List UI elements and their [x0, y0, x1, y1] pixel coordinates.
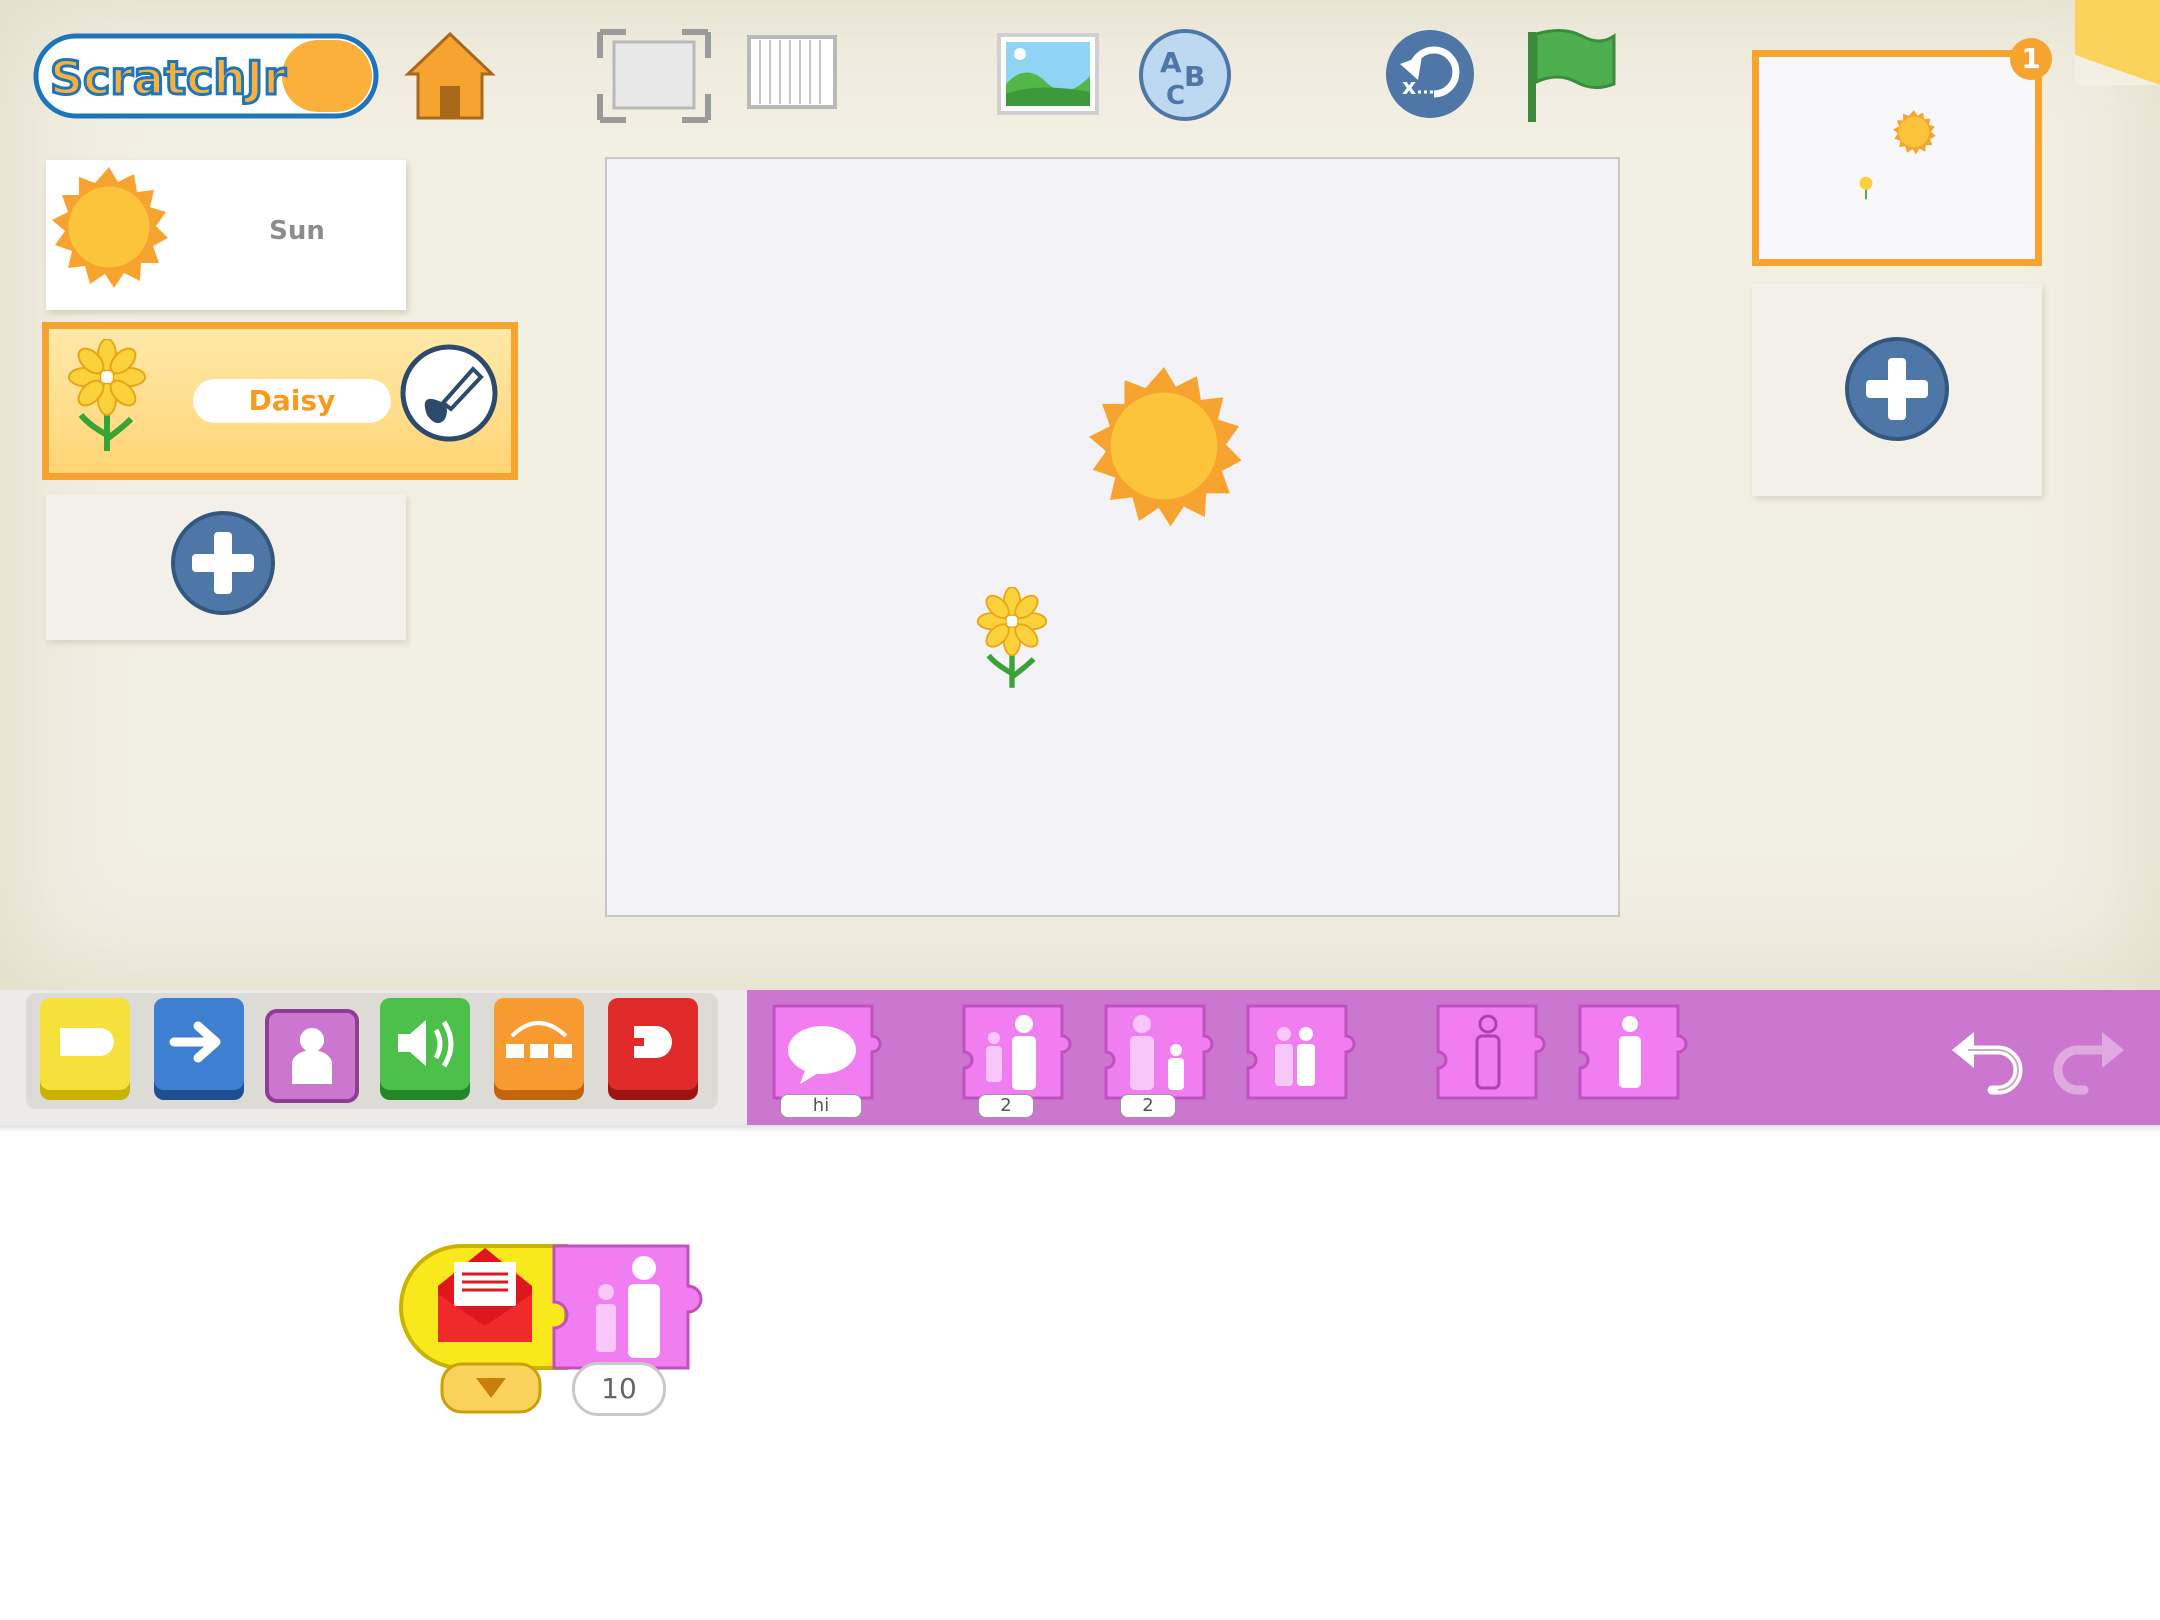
- page-thumbnail[interactable]: [1752, 50, 2042, 266]
- hide-person-icon: [1436, 1004, 1546, 1100]
- say-block-arg[interactable]: hi: [780, 1094, 862, 1118]
- grid-icon[interactable]: [746, 34, 838, 114]
- shrink-person-icon: [1104, 1004, 1214, 1100]
- svg-text:x: x: [1402, 75, 1416, 100]
- sprite-card-daisy[interactable]: Daisy: [42, 322, 518, 480]
- paint-editor-icon[interactable]: [399, 343, 499, 443]
- sprite-label-daisy[interactable]: Daisy: [193, 379, 391, 423]
- motion-category-button[interactable]: [152, 996, 246, 1104]
- redo-icon[interactable]: [2050, 1020, 2130, 1100]
- shrink-block-arg[interactable]: 2: [1120, 1094, 1176, 1118]
- page-count-badge: 1: [2010, 38, 2052, 80]
- sun-sprite[interactable]: [1081, 363, 1247, 529]
- reset-size-block[interactable]: [1240, 1002, 1362, 1106]
- hide-block[interactable]: [1430, 1002, 1552, 1106]
- page-thumb-sun-icon: [1893, 110, 1936, 155]
- script-stack[interactable]: 10: [398, 1242, 718, 1418]
- grow-block-arg[interactable]: 2: [978, 1094, 1034, 1118]
- show-person-icon: [1578, 1004, 1688, 1100]
- background-image-icon[interactable]: [996, 32, 1100, 118]
- grow-person-icon: [962, 1004, 1072, 1100]
- triggering-category-button[interactable]: [38, 996, 132, 1104]
- daisy-thumbnail-icon: [68, 339, 146, 451]
- add-page-slot: [1752, 284, 2042, 496]
- sound-category-button[interactable]: [378, 996, 472, 1104]
- grow-script-arg[interactable]: 10: [572, 1362, 666, 1416]
- green-flag-icon[interactable]: [1524, 26, 1620, 126]
- say-bubble-icon: [772, 1004, 882, 1100]
- show-block[interactable]: [1572, 1002, 1694, 1106]
- script-area[interactable]: [0, 1133, 2160, 1620]
- daisy-sprite[interactable]: [973, 587, 1051, 695]
- sprite-card-sun[interactable]: Sun: [46, 160, 406, 310]
- grow-block[interactable]: 2: [956, 1002, 1078, 1118]
- message-trigger-block[interactable]: [398, 1242, 570, 1372]
- grow-script-block[interactable]: [548, 1242, 714, 1372]
- say-block[interactable]: hi: [766, 1002, 888, 1118]
- page-thumb-daisy-icon: [1859, 176, 1873, 200]
- fullscreen-icon[interactable]: [596, 28, 712, 124]
- message-color-dropdown[interactable]: [440, 1362, 542, 1414]
- add-sprite-slot: [46, 494, 406, 640]
- home-icon[interactable]: [400, 28, 500, 124]
- add-page-plus-icon[interactable]: [1842, 334, 1952, 444]
- svg-text:C: C: [1166, 81, 1185, 111]
- reset-icon[interactable]: x: [1382, 26, 1478, 122]
- page-corner-fold[interactable]: [2075, 0, 2160, 85]
- reset-size-person-icon: [1246, 1004, 1356, 1100]
- logo-wordmark: ScratchJr: [50, 51, 286, 105]
- sprite-label-sun: Sun: [269, 216, 325, 246]
- add-text-icon[interactable]: A B C: [1138, 28, 1232, 122]
- control-category-button[interactable]: [492, 996, 586, 1104]
- palette-divider: [0, 1125, 2160, 1133]
- looks-category-button[interactable]: [264, 1008, 360, 1104]
- shrink-block[interactable]: 2: [1098, 1002, 1220, 1118]
- svg-text:B: B: [1184, 60, 1205, 93]
- stage[interactable]: [605, 157, 1620, 917]
- sun-thumbnail-icon: [52, 167, 168, 288]
- end-category-button[interactable]: [606, 996, 700, 1104]
- svg-text:A: A: [1160, 46, 1182, 79]
- add-sprite-plus-icon[interactable]: [168, 508, 278, 618]
- undo-icon[interactable]: [1946, 1020, 2026, 1100]
- scratchjr-logo: ScratchJr: [33, 33, 379, 119]
